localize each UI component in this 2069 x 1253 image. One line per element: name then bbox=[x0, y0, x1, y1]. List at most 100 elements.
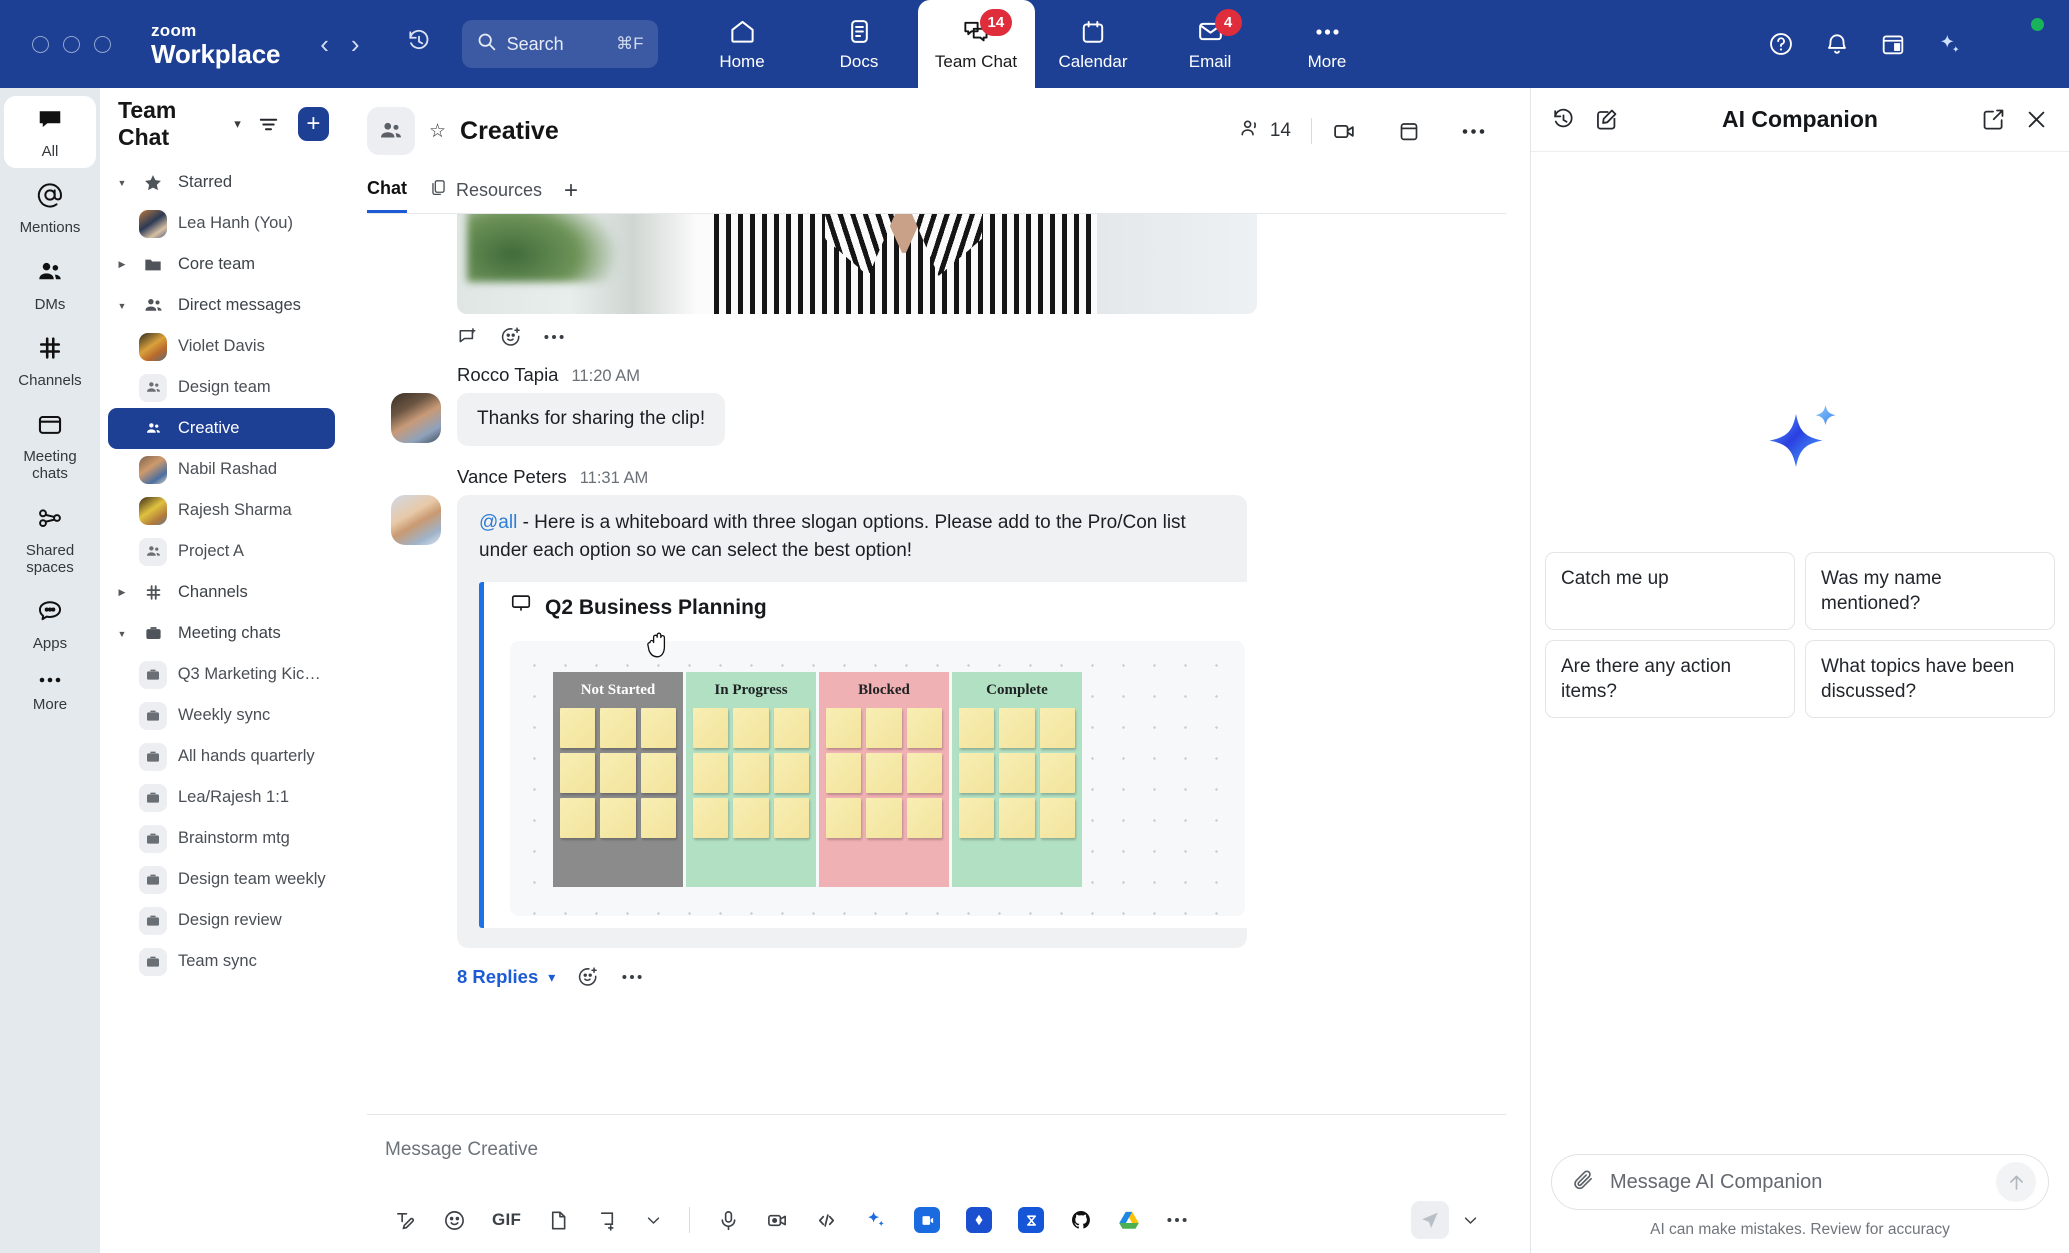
star-outline-icon[interactable]: ☆ bbox=[429, 120, 446, 143]
sidebar-item-violet-davis[interactable]: Violet Davis bbox=[108, 326, 335, 367]
add-tab-button[interactable]: + bbox=[564, 177, 578, 213]
history-icon[interactable] bbox=[406, 28, 432, 61]
topnav-email[interactable]: 4 Email bbox=[1152, 0, 1269, 88]
filter-icon[interactable] bbox=[257, 113, 280, 136]
add-reaction-icon[interactable] bbox=[500, 326, 522, 348]
sticky-note[interactable] bbox=[907, 798, 942, 838]
reply-icon[interactable] bbox=[457, 326, 479, 348]
send-options-chevron-icon[interactable] bbox=[1449, 1212, 1492, 1229]
whiteboard-canvas[interactable]: Not Started In bbox=[510, 641, 1245, 916]
file-icon[interactable] bbox=[534, 1209, 583, 1232]
calendar-icon[interactable] bbox=[1880, 31, 1906, 57]
sticky-note[interactable] bbox=[959, 753, 994, 793]
sticky-note[interactable] bbox=[774, 753, 809, 793]
microphone-icon[interactable] bbox=[704, 1209, 753, 1232]
paperclip-icon[interactable] bbox=[1572, 1168, 1595, 1196]
sticky-note[interactable] bbox=[733, 708, 768, 748]
rail-item-more[interactable]: More bbox=[4, 664, 96, 721]
ai-sparkle-icon[interactable] bbox=[1936, 31, 1963, 58]
sticky-note[interactable] bbox=[907, 708, 942, 748]
sticky-note[interactable] bbox=[733, 753, 768, 793]
sticky-note[interactable] bbox=[560, 798, 595, 838]
rail-item-all[interactable]: All bbox=[4, 96, 96, 168]
maximize-window-button[interactable] bbox=[94, 36, 111, 53]
sidebar-item-design-team-weekly[interactable]: Design team weekly bbox=[108, 859, 335, 900]
sticky-note[interactable] bbox=[826, 708, 861, 748]
sticky-note[interactable] bbox=[560, 708, 595, 748]
close-icon[interactable] bbox=[2024, 107, 2049, 132]
topnav-calendar[interactable]: Calendar bbox=[1035, 0, 1152, 88]
sticky-note[interactable] bbox=[600, 708, 635, 748]
tab-resources[interactable]: Resources bbox=[429, 178, 542, 213]
topnav-home[interactable]: Home bbox=[684, 0, 801, 88]
chevron-right-icon[interactable]: ▶ bbox=[116, 259, 128, 270]
chevron-right-icon[interactable]: ▶ bbox=[116, 587, 128, 598]
ai-suggestion-catch-me-up[interactable]: Catch me up bbox=[1545, 552, 1795, 630]
sticky-note[interactable] bbox=[959, 708, 994, 748]
sidebar-group-starred[interactable]: ▼ Starred bbox=[108, 162, 335, 203]
help-icon[interactable] bbox=[1768, 31, 1794, 57]
minimize-window-button[interactable] bbox=[63, 36, 80, 53]
sidebar-group-core-team[interactable]: ▶ Core team bbox=[108, 244, 335, 285]
window-controls[interactable] bbox=[32, 36, 111, 53]
chevron-down-icon[interactable]: ▼ bbox=[116, 301, 128, 311]
rail-item-dms[interactable]: DMs bbox=[4, 249, 96, 321]
calendar-icon[interactable] bbox=[1377, 119, 1441, 143]
sticky-note[interactable] bbox=[866, 798, 901, 838]
screenshot-icon[interactable] bbox=[583, 1209, 632, 1232]
topnav-team-chat[interactable]: 14 Team Chat bbox=[918, 0, 1035, 88]
sidebar-item-design-review[interactable]: Design review bbox=[108, 900, 335, 941]
sticky-note[interactable] bbox=[693, 753, 728, 793]
sidebar-item-weekly-sync[interactable]: Weekly sync bbox=[108, 695, 335, 736]
sidebar-item-nabil-rashad[interactable]: Nabil Rashad bbox=[108, 449, 335, 490]
sidebar-item-project-a[interactable]: Project A bbox=[108, 531, 335, 572]
more-apps-icon[interactable] bbox=[1153, 1216, 1201, 1224]
sticky-note[interactable] bbox=[641, 798, 676, 838]
sticky-note[interactable] bbox=[866, 708, 901, 748]
sidebar-item-creative[interactable]: Creative bbox=[108, 408, 335, 449]
sidebar-item-q3-marketing-kickoff[interactable]: Q3 Marketing Kickoff bbox=[108, 654, 335, 695]
code-snippet-icon[interactable] bbox=[802, 1209, 851, 1232]
sidebar-item-design-team[interactable]: Design team bbox=[108, 367, 335, 408]
sticky-note[interactable] bbox=[693, 708, 728, 748]
close-window-button[interactable] bbox=[32, 36, 49, 53]
sticky-note[interactable] bbox=[641, 753, 676, 793]
x-app-icon[interactable] bbox=[1005, 1207, 1057, 1233]
bell-icon[interactable] bbox=[1824, 31, 1850, 57]
sidebar-group-channels[interactable]: ▶ Channels bbox=[108, 572, 335, 613]
sticky-note[interactable] bbox=[959, 798, 994, 838]
user-avatar[interactable] bbox=[1993, 19, 2043, 69]
chevron-down-icon[interactable]: ▾ bbox=[548, 969, 555, 986]
chevron-down-icon[interactable] bbox=[632, 1212, 675, 1229]
whiteboard-card[interactable]: Q2 Business Planning Not Started bbox=[479, 582, 1249, 929]
sidebar-group-direct-messages[interactable]: ▼ Direct messages bbox=[108, 285, 335, 326]
sidebar-item-rajesh-sharma[interactable]: Rajesh Sharma bbox=[108, 490, 335, 531]
video-clip-icon[interactable] bbox=[753, 1209, 802, 1232]
sticky-note[interactable] bbox=[1040, 753, 1075, 793]
sticky-note[interactable] bbox=[999, 798, 1034, 838]
sticky-note[interactable] bbox=[774, 798, 809, 838]
sticky-note[interactable] bbox=[907, 753, 942, 793]
sticky-note[interactable] bbox=[999, 708, 1034, 748]
send-button[interactable] bbox=[1411, 1201, 1449, 1239]
sticky-note[interactable] bbox=[600, 798, 635, 838]
sidebar-item-brainstorm-mtg[interactable]: Brainstorm mtg bbox=[108, 818, 335, 859]
search-input[interactable]: Search ⌘F bbox=[462, 20, 658, 68]
member-count-button[interactable]: 14 bbox=[1239, 117, 1311, 146]
sticky-note[interactable] bbox=[641, 708, 676, 748]
topnav-more[interactable]: More bbox=[1269, 0, 1386, 88]
ellipsis-icon[interactable] bbox=[1441, 127, 1506, 136]
sticky-note[interactable] bbox=[774, 708, 809, 748]
message-input[interactable]: Message Creative bbox=[367, 1133, 1506, 1201]
diamond-app-icon[interactable] bbox=[953, 1207, 1005, 1233]
sidebar-item-team-sync[interactable]: Team sync bbox=[108, 941, 335, 982]
gif-icon[interactable]: GIF bbox=[479, 1210, 534, 1230]
tab-chat[interactable]: Chat bbox=[367, 178, 407, 213]
chevron-down-icon[interactable]: ▾ bbox=[234, 116, 241, 132]
sticky-note[interactable] bbox=[826, 798, 861, 838]
sticky-note[interactable] bbox=[560, 753, 595, 793]
chevron-down-icon[interactable]: ▼ bbox=[116, 629, 128, 639]
history-icon[interactable] bbox=[1551, 107, 1576, 132]
sidebar-item-lea-hanh[interactable]: Lea Hanh (You) bbox=[108, 203, 335, 244]
sidebar-item-all-hands-quarterly[interactable]: All hands quarterly bbox=[108, 736, 335, 777]
